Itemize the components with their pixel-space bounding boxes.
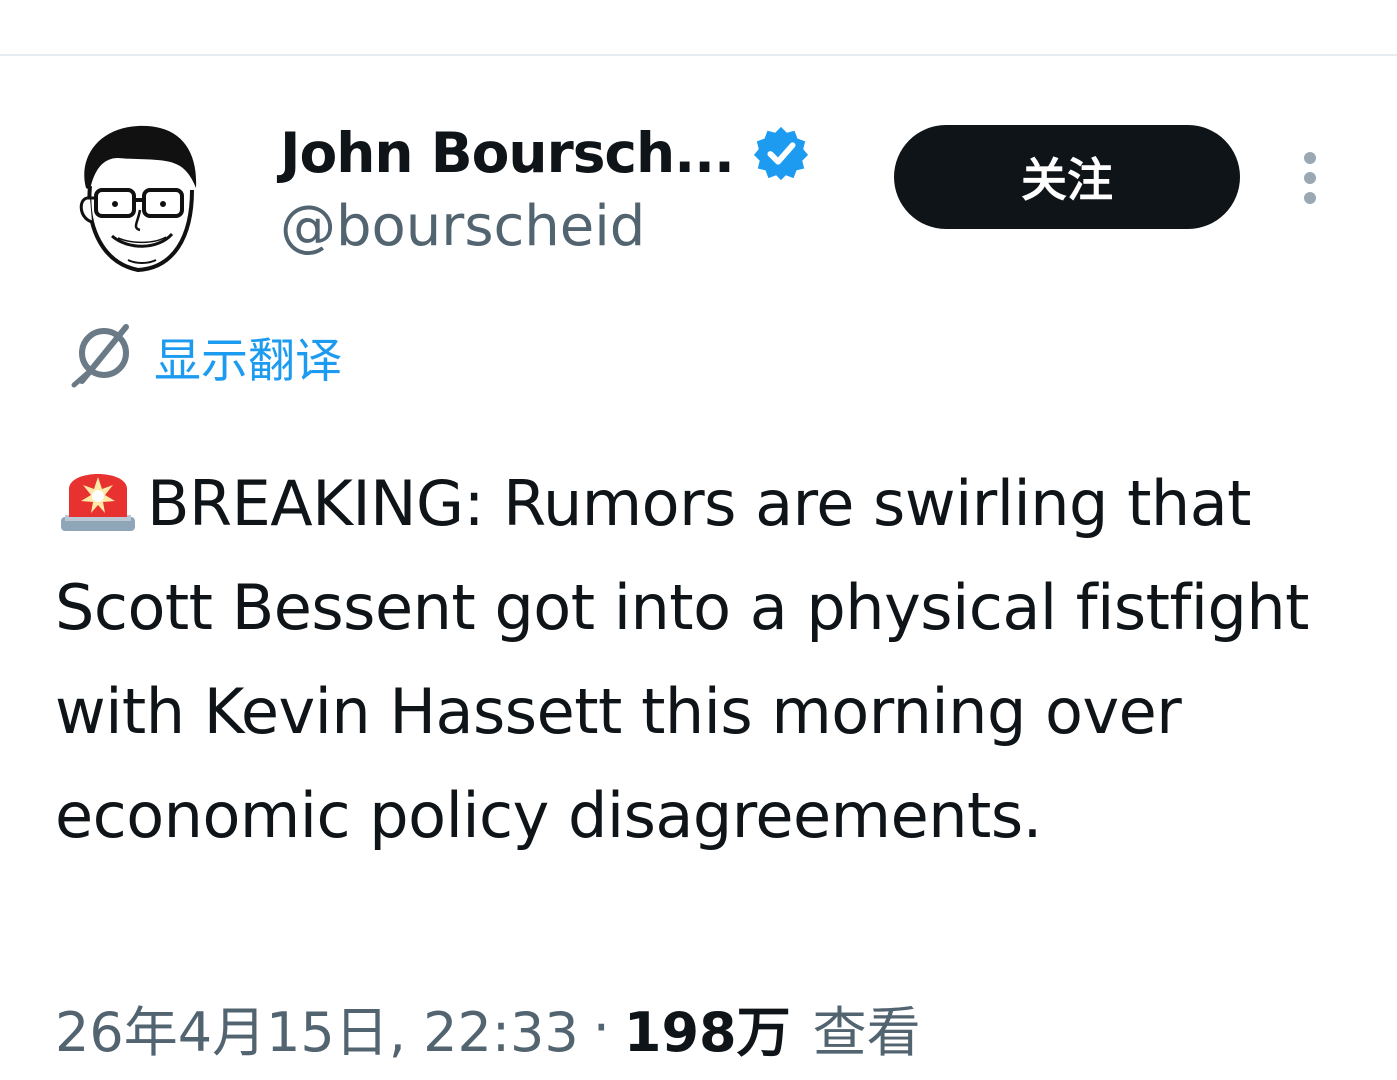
tweet-meta: 26年4月15日, 22:33 · 198万 查看 xyxy=(55,992,921,1064)
show-translation-label[interactable]: 显示翻译 xyxy=(154,322,342,391)
avatar-portrait-icon xyxy=(79,125,197,273)
meta-separator: · xyxy=(592,995,610,1059)
more-vertical-icon[interactable] xyxy=(1292,150,1328,210)
top-bar xyxy=(0,0,1397,56)
avatar[interactable] xyxy=(68,118,208,278)
author-handle[interactable]: @bourscheid xyxy=(280,194,645,259)
verified-badge-icon[interactable] xyxy=(752,124,810,182)
globe-translate-icon xyxy=(68,323,134,389)
siren-icon xyxy=(55,455,141,535)
views-count: 198万 xyxy=(623,1000,791,1064)
tweet-card: John Boursch... @bourscheid 关注 显示翻译 BREA… xyxy=(0,56,1397,1080)
author-name-row[interactable]: John Boursch... xyxy=(280,118,810,188)
follow-button[interactable]: 关注 xyxy=(894,125,1240,229)
show-translation-link[interactable]: 显示翻译 xyxy=(68,322,342,391)
tweet-text: BREAKING: Rumors are swirling that Scott… xyxy=(55,467,1309,852)
views-label: 查看 xyxy=(812,1000,921,1064)
tweet-body: BREAKING: Rumors are swirling that Scott… xyxy=(55,452,1365,868)
author-display-name[interactable]: John Boursch... xyxy=(280,121,735,185)
tweet-timestamp[interactable]: 26年4月15日, 22:33 xyxy=(55,988,579,1067)
